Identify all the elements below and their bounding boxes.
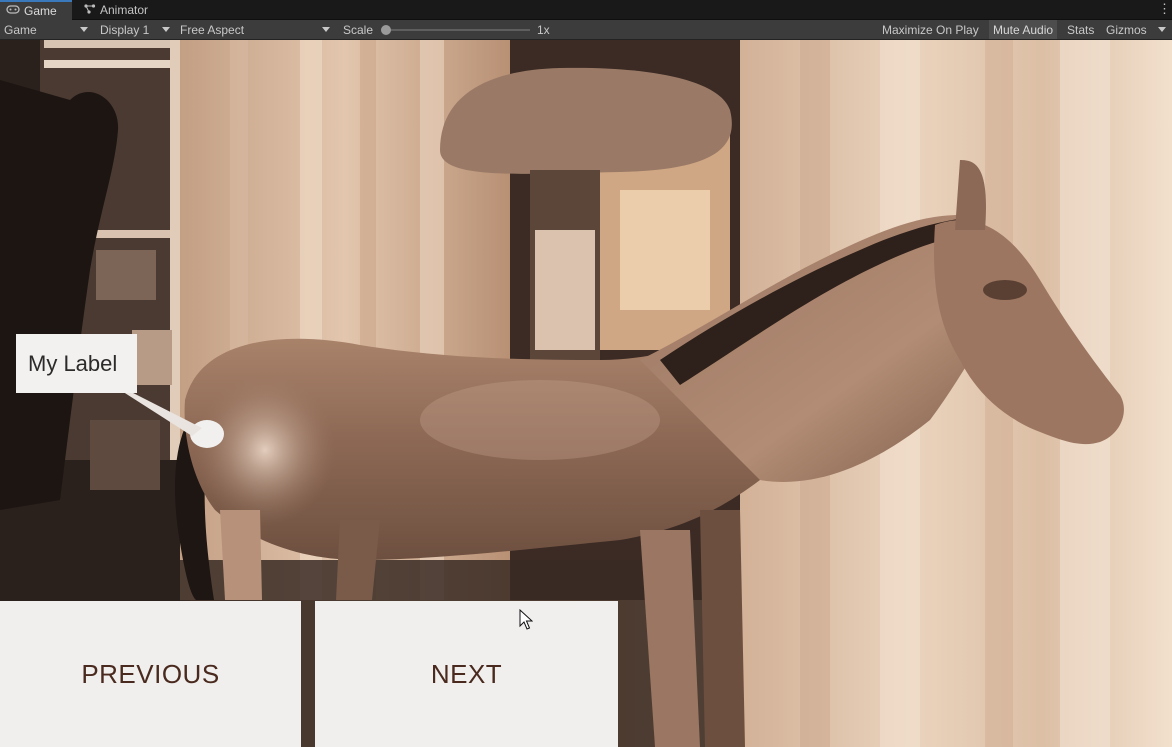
aspect-dropdown[interactable]: Free Aspect — [180, 20, 332, 39]
display-value: Display 1 — [100, 22, 150, 37]
view-mode-dropdown[interactable]: Game — [4, 20, 90, 39]
chevron-down-icon — [80, 27, 88, 32]
tab-animator[interactable]: Animator — [78, 0, 158, 20]
view-mode-value: Game — [4, 22, 37, 37]
aspect-value: Free Aspect — [180, 22, 245, 37]
editor-tab-bar: Game Animator ⋮ — [0, 0, 1172, 20]
world-label: My Label — [16, 334, 137, 393]
maximize-on-play-toggle[interactable]: Maximize On Play — [878, 20, 983, 39]
next-button-label: NEXT — [430, 658, 503, 689]
stats-toggle[interactable]: Stats — [1063, 20, 1098, 39]
previous-button-label: PREVIOUS — [81, 658, 220, 689]
scale-value: 1x — [537, 22, 550, 37]
world-label-text: My Label — [28, 350, 118, 376]
tab-label: Game — [24, 4, 57, 18]
gizmos-dropdown[interactable]: Gizmos — [1104, 20, 1168, 39]
scale-slider-thumb[interactable] — [381, 25, 391, 35]
gamepad-icon — [6, 5, 20, 17]
game-view-toolbar: Game Display 1 Free Aspect Scale 1x Maxi… — [0, 20, 1172, 40]
previous-button[interactable]: PREVIOUS — [0, 601, 301, 747]
mouse-cursor-icon — [519, 609, 533, 630]
tab-label: Animator — [100, 3, 149, 17]
more-options-icon[interactable]: ⋮ — [1158, 1, 1171, 19]
chevron-down-icon — [322, 27, 330, 32]
animator-icon — [84, 3, 96, 17]
chevron-down-icon — [1158, 27, 1166, 32]
next-button[interactable]: NEXT — [315, 601, 618, 747]
display-dropdown[interactable]: Display 1 — [100, 20, 172, 39]
gizmos-label: Gizmos — [1106, 22, 1147, 37]
scale-label: Scale — [343, 22, 374, 37]
label-pointer-line — [92, 372, 202, 436]
game-viewport[interactable]: My Label PREVIOUS NEXT — [0, 40, 1172, 747]
scale-slider-track[interactable] — [382, 29, 530, 31]
mute-audio-toggle[interactable]: Mute Audio — [989, 20, 1058, 39]
tab-game[interactable]: Game — [0, 0, 72, 20]
chevron-down-icon — [162, 27, 170, 32]
